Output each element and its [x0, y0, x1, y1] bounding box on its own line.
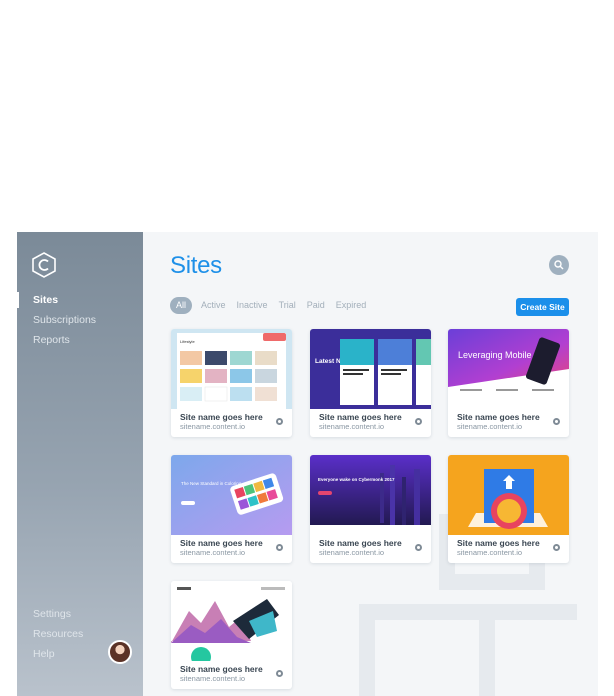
sidebar-nav: Sites Subscriptions Reports — [17, 290, 143, 350]
site-url: sitename.content.io — [180, 548, 246, 557]
site-url: sitename.content.io — [180, 674, 246, 683]
gear-icon[interactable] — [553, 544, 560, 551]
site-thumbnail: Latest News — [310, 329, 431, 409]
site-thumbnail: Everyone wake on Cybermonk 2017 — [310, 455, 431, 535]
create-site-button[interactable]: Create Site — [516, 298, 569, 316]
gear-icon[interactable] — [276, 544, 283, 551]
gear-icon[interactable] — [415, 544, 422, 551]
site-thumbnail: Lifestyle — [171, 329, 292, 409]
site-card[interactable]: Site name goes here sitename.content.io — [448, 455, 569, 563]
site-url: sitename.content.io — [180, 422, 246, 431]
thumb-title: Leveraging Mobile — [458, 350, 532, 360]
page-title: Sites — [170, 252, 222, 279]
avatar[interactable] — [108, 640, 132, 664]
app-window: Sites Subscriptions Reports Settings Res… — [17, 232, 598, 696]
site-card[interactable]: Site name goes here sitename.content.io — [171, 581, 292, 689]
gear-icon[interactable] — [553, 418, 560, 425]
site-card[interactable]: Latest News Site name goes here sitename… — [310, 329, 431, 437]
search-icon — [554, 260, 564, 270]
main-content: Sites All Active Inactive Trial Paid Exp… — [143, 232, 598, 696]
filter-active[interactable]: Active — [201, 297, 226, 314]
site-name: Site name goes here — [457, 538, 540, 548]
filter-all[interactable]: All — [170, 297, 193, 314]
site-name: Site name goes here — [180, 664, 263, 674]
site-name: Site name goes here — [180, 412, 263, 422]
site-card[interactable]: Lifestyle Site name goes here sitename.c… — [171, 329, 292, 437]
sidebar-item-sites[interactable]: Sites — [17, 290, 143, 310]
filter-paid[interactable]: Paid — [307, 297, 325, 314]
filter-tabs: All Active Inactive Trial Paid Expired — [170, 297, 377, 314]
site-card[interactable]: The New Standard in Coloring Site name g… — [171, 455, 292, 563]
c-logo-icon[interactable] — [31, 252, 57, 278]
gear-icon[interactable] — [276, 670, 283, 677]
site-card[interactable]: Everyone wake on Cybermonk 2017 Site nam… — [310, 455, 431, 563]
site-thumbnail: The New Standard in Coloring — [171, 455, 292, 535]
site-url: sitename.content.io — [457, 548, 523, 557]
sidebar-item-settings[interactable]: Settings — [17, 604, 143, 624]
gear-icon[interactable] — [276, 418, 283, 425]
site-name: Site name goes here — [319, 412, 402, 422]
site-thumbnail — [171, 581, 292, 661]
site-thumbnail: Leveraging Mobile — [448, 329, 569, 409]
site-url: sitename.content.io — [319, 548, 385, 557]
search-button[interactable] — [549, 255, 569, 275]
sidebar-item-reports[interactable]: Reports — [17, 330, 143, 350]
site-name: Site name goes here — [319, 538, 402, 548]
site-name: Site name goes here — [457, 412, 540, 422]
gear-icon[interactable] — [415, 418, 422, 425]
filter-inactive[interactable]: Inactive — [237, 297, 268, 314]
sidebar-item-subscriptions[interactable]: Subscriptions — [17, 310, 143, 330]
site-card[interactable]: Leveraging Mobile Site name goes here si… — [448, 329, 569, 437]
filter-trial[interactable]: Trial — [279, 297, 296, 314]
site-url: sitename.content.io — [319, 422, 385, 431]
thumb-title: The New Standard in Coloring — [181, 481, 242, 486]
filter-expired[interactable]: Expired — [336, 297, 367, 314]
site-thumbnail — [448, 455, 569, 535]
sidebar: Sites Subscriptions Reports Settings Res… — [17, 232, 143, 696]
thumb-title: Everyone wake on Cybermonk 2017 — [318, 477, 395, 482]
site-url: sitename.content.io — [457, 422, 523, 431]
thumb-title: Lifestyle — [180, 339, 195, 344]
site-name: Site name goes here — [180, 538, 263, 548]
